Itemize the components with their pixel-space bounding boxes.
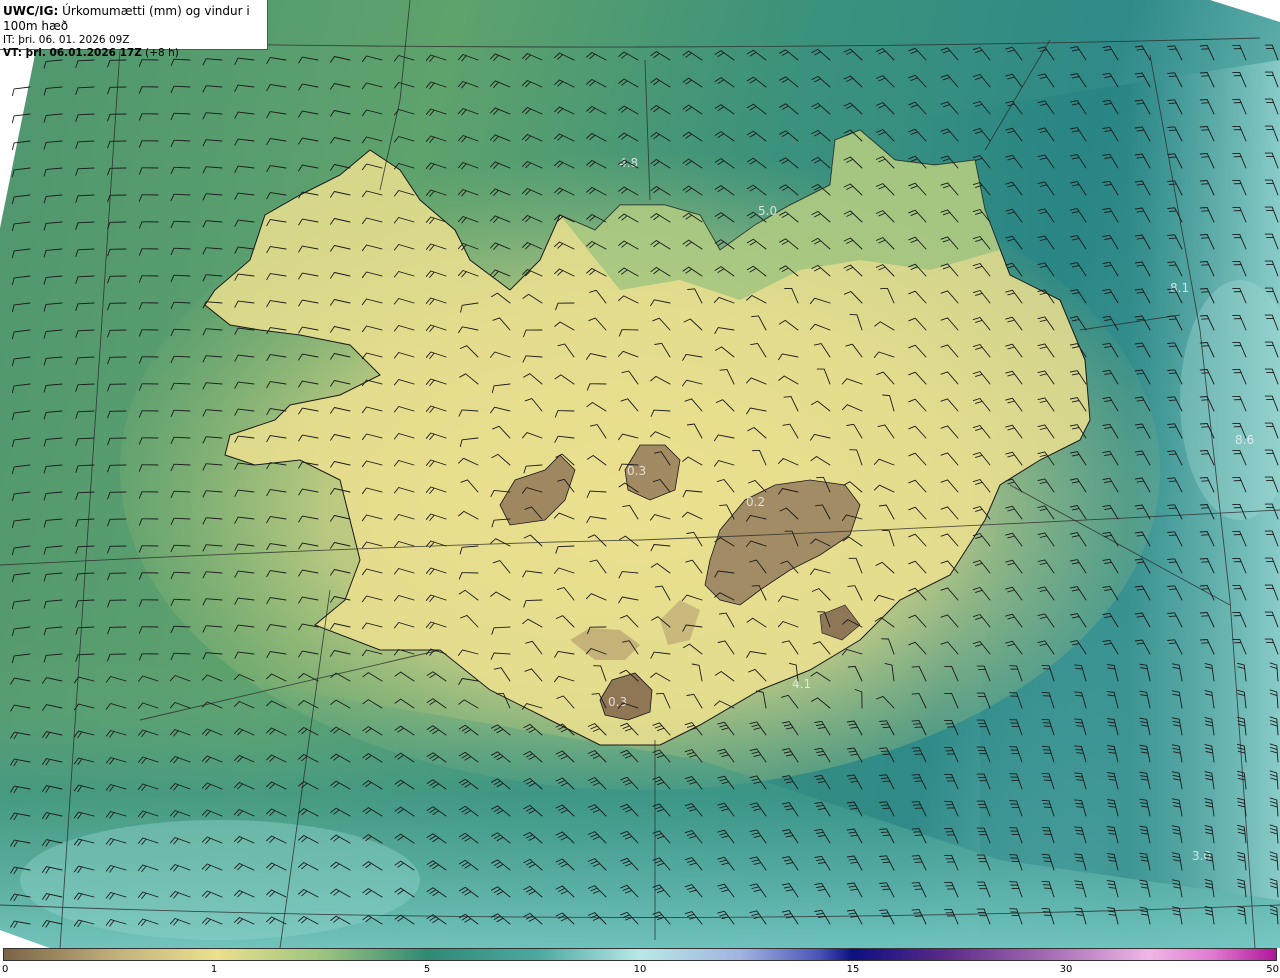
map-info-box: UWC/IG: Úrkomumætti (mm) og vindur i 100… — [0, 0, 268, 59]
colorbar-tick: 50 — [1266, 964, 1279, 975]
value-label: 0.3 — [608, 695, 627, 709]
init-time: IT: þri. 06. 01. 2026 09Z — [3, 34, 130, 46]
value-label: 4.1 — [792, 677, 811, 691]
valid-time: VT: þri. 06.01.2026 17Z — [3, 47, 142, 59]
precipitation-wind-map: 4.8 5.0 8.1 8.6 0.3 0.2 4.1 0.3 3.0 — [0, 0, 1280, 948]
value-label: 0.3 — [627, 464, 646, 478]
value-label: 3.0 — [1192, 849, 1211, 863]
colorbar-tick: 0 — [2, 964, 9, 975]
colorbar-tick: 1 — [210, 964, 218, 975]
colorbar-tick: 15 — [846, 964, 860, 975]
colorbar-tick: 30 — [1059, 964, 1073, 975]
value-label: 0.2 — [746, 495, 765, 509]
value-label: 5.0 — [758, 204, 777, 218]
colorbar-tick: 10 — [633, 964, 647, 975]
colorbar-tick: 5 — [423, 964, 431, 975]
colorbar: 0 1 5 10 15 30 50 — [0, 948, 1280, 978]
colorbar-strip — [3, 948, 1277, 961]
forecast-offset: (+8 h) — [145, 47, 179, 59]
model-name: UWC/IG: — [3, 4, 59, 18]
value-label: 8.1 — [1170, 281, 1189, 295]
